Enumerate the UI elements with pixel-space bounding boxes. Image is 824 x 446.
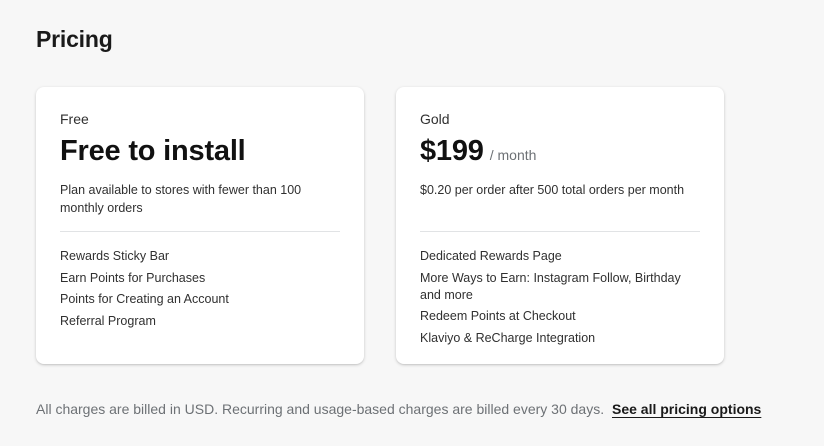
plan-price: Free to install <box>60 135 246 167</box>
feature-item: Klaviyo & ReCharge Integration <box>420 330 596 345</box>
price-row: $199 / month <box>420 133 700 169</box>
billing-footer: All charges are billed in USD. Recurring… <box>36 401 761 417</box>
plan-description: Plan available to stores with fewer than… <box>60 183 302 215</box>
plan-name: Free <box>60 111 89 127</box>
see-all-pricing-link[interactable]: See all pricing options <box>612 401 761 417</box>
plan-description: $0.20 per order after 500 total orders p… <box>420 183 685 197</box>
feature-item: Referral Program <box>60 313 156 328</box>
feature-item: More Ways to Earn: Instagram Follow, Bir… <box>420 270 681 302</box>
feature-item: Earn Points for Purchases <box>60 270 206 285</box>
price-unit: / month <box>489 147 537 163</box>
feature-list: Rewards Sticky Bar Earn Points for Purch… <box>60 248 340 330</box>
plan-name: Gold <box>420 111 450 127</box>
plan-price: $199 <box>420 135 484 167</box>
feature-item: Rewards Sticky Bar <box>60 249 170 263</box>
plan-card-gold: Gold $199 / month $0.20 per order after … <box>396 87 724 364</box>
divider <box>60 231 340 232</box>
page-title: Pricing <box>36 26 113 52</box>
divider <box>420 231 700 232</box>
feature-item: Dedicated Rewards Page <box>420 249 562 263</box>
feature-item: Redeem Points at Checkout <box>420 309 576 323</box>
feature-list: Dedicated Rewards Page More Ways to Earn… <box>420 248 700 347</box>
billing-note: All charges are billed in USD. Recurring… <box>36 401 605 417</box>
plan-card-free: Free Free to install Plan available to s… <box>36 87 364 364</box>
feature-item: Points for Creating an Account <box>60 292 229 306</box>
price-row: Free to install <box>60 133 340 169</box>
